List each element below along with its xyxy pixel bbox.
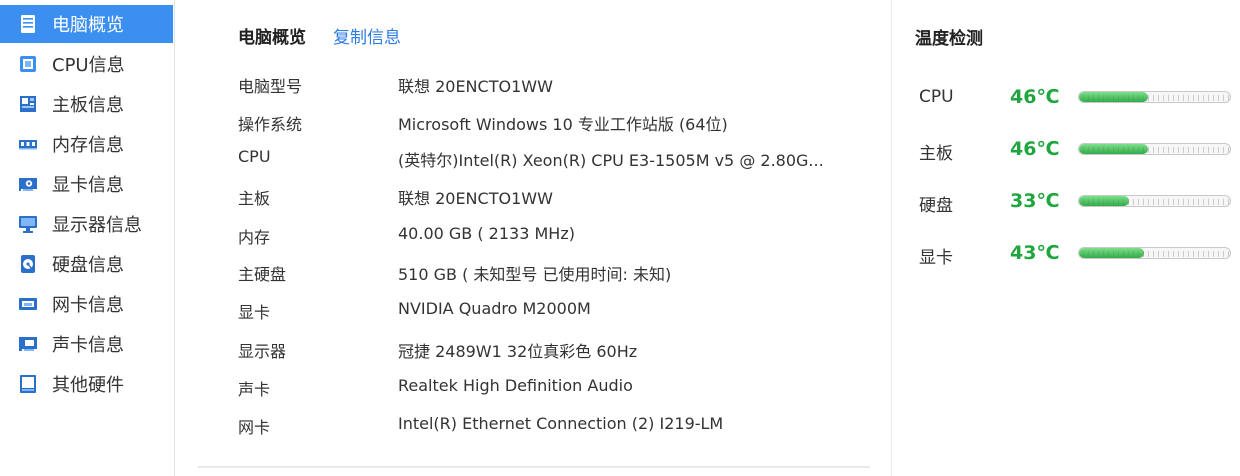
info-value: 40.00 GB ( 2133 MHz) <box>398 224 575 243</box>
temp-value: 46℃ <box>1010 138 1060 160</box>
sidebar: 电脑概览 CPU信息 主板信息 内存信息 显卡信息 显示器信息 硬盘信息 网卡信… <box>0 0 175 476</box>
info-value: 联想 20ENCTO1WW <box>398 189 553 208</box>
sidebar-item-label: 显示器信息 <box>52 215 142 236</box>
info-row-os: 操作系统 Microsoft Windows 10 专业工作站版 (64位) <box>238 111 878 135</box>
temp-bar <box>1078 143 1231 155</box>
sidebar-item-label: CPU信息 <box>52 55 125 76</box>
info-key: 网卡 <box>238 418 271 437</box>
info-row-graphics: 显卡 NVIDIA Quadro M2000M <box>238 299 878 323</box>
cpu-icon <box>18 54 38 74</box>
sidebar-item-label: 网卡信息 <box>52 295 124 316</box>
info-value: Intel(R) Ethernet Connection (2) I219-LM <box>398 414 724 433</box>
sidebar-item-label: 主板信息 <box>52 95 124 116</box>
overview-title: 电脑概览 <box>238 28 306 48</box>
temp-label: 主板 <box>919 144 953 164</box>
copy-info-link[interactable]: 复制信息 <box>333 23 401 48</box>
info-row-motherboard: 主板 联想 20ENCTO1WW <box>238 185 878 209</box>
info-value: Realtek High Definition Audio <box>398 376 633 395</box>
overview-panel: 电脑概览 复制信息 电脑型号 联想 20ENCTO1WW 操作系统 Micros… <box>176 0 890 476</box>
temp-row-motherboard: 主板 46℃ <box>919 135 1239 165</box>
temp-bar <box>1078 247 1231 259</box>
motherboard-icon <box>18 94 38 114</box>
temp-value: 43℃ <box>1010 242 1060 264</box>
info-key: CPU <box>238 147 271 166</box>
info-row-sound: 声卡 Realtek High Definition Audio <box>238 376 878 400</box>
info-key: 内存 <box>238 228 271 247</box>
info-value: 510 GB ( 未知型号 已使用时间: 未知) <box>398 265 672 284</box>
sidebar-item-label: 电脑概览 <box>52 15 124 36</box>
sidebar-item-label: 硬盘信息 <box>52 255 124 276</box>
sidebar-item-motherboard[interactable]: 主板信息 <box>0 85 173 123</box>
sidebar-item-graphics[interactable]: 显卡信息 <box>0 165 173 203</box>
info-key: 主硬盘 <box>238 265 287 284</box>
temp-label: 显卡 <box>919 248 953 268</box>
sidebar-item-cpu[interactable]: CPU信息 <box>0 45 173 83</box>
sidebar-item-label: 声卡信息 <box>52 335 124 356</box>
temp-row-cpu: CPU 46℃ <box>919 83 1239 113</box>
info-key: 主板 <box>238 189 271 208</box>
temp-value: 33℃ <box>1010 190 1060 212</box>
info-row-monitor: 显示器 冠捷 2489W1 32位真彩色 60Hz <box>238 338 878 362</box>
sound-card-icon <box>18 334 38 354</box>
other-hardware-icon <box>18 374 38 394</box>
temp-bar <box>1078 195 1231 207</box>
info-key: 操作系统 <box>238 115 303 134</box>
temp-bar-ticks <box>1079 147 1230 153</box>
sidebar-item-label: 内存信息 <box>52 135 124 156</box>
hardware-info-window: 电脑概览 CPU信息 主板信息 内存信息 显卡信息 显示器信息 硬盘信息 网卡信… <box>0 0 1240 476</box>
info-value: (英特尔)Intel(R) Xeon(R) CPU E3-1505M v5 @ … <box>398 151 824 170</box>
info-row-computer-model: 电脑型号 联想 20ENCTO1WW <box>238 73 878 97</box>
temp-bar-ticks <box>1079 199 1230 205</box>
monitor-icon <box>18 214 38 234</box>
network-card-icon <box>18 294 38 314</box>
sidebar-item-harddisk[interactable]: 硬盘信息 <box>0 245 173 283</box>
info-row-main-disk: 主硬盘 510 GB ( 未知型号 已使用时间: 未知) <box>238 261 878 285</box>
info-key: 声卡 <box>238 380 271 399</box>
info-row-memory: 内存 40.00 GB ( 2133 MHz) <box>238 224 878 248</box>
info-value: 冠捷 2489W1 32位真彩色 60Hz <box>398 342 638 361</box>
info-value: NVIDIA Quadro M2000M <box>398 299 591 318</box>
info-key: 电脑型号 <box>238 77 303 96</box>
temp-value: 46℃ <box>1010 86 1060 108</box>
sidebar-item-network[interactable]: 网卡信息 <box>0 285 173 323</box>
temp-bar-ticks <box>1079 95 1230 101</box>
temp-label: 硬盘 <box>919 196 953 216</box>
temp-bar <box>1078 91 1231 103</box>
sidebar-item-monitor[interactable]: 显示器信息 <box>0 205 173 243</box>
temp-row-graphics: 显卡 43℃ <box>919 239 1239 269</box>
sidebar-item-label: 其他硬件 <box>52 375 124 396</box>
sidebar-item-overview[interactable]: 电脑概览 <box>0 5 173 43</box>
temp-row-harddisk: 硬盘 33℃ <box>919 187 1239 217</box>
computer-overview-icon <box>18 14 38 34</box>
sidebar-item-other-hardware[interactable]: 其他硬件 <box>0 365 173 403</box>
info-key: 显卡 <box>238 303 271 322</box>
graphics-card-icon <box>18 174 38 194</box>
temp-bar-ticks <box>1079 251 1230 257</box>
info-row-cpu: CPU (英特尔)Intel(R) Xeon(R) CPU E3-1505M v… <box>238 147 878 171</box>
sidebar-item-label: 显卡信息 <box>52 175 124 196</box>
temperature-title: 温度检测 <box>915 29 983 49</box>
temperature-panel: 温度检测 CPU 46℃ 主板 46℃ 硬盘 33℃ 显卡 43℃ <box>892 0 1240 476</box>
info-key: 显示器 <box>238 342 287 361</box>
info-row-network: 网卡 Intel(R) Ethernet Connection (2) I219… <box>238 414 878 438</box>
sidebar-item-memory[interactable]: 内存信息 <box>0 125 173 163</box>
memory-icon <box>18 134 38 154</box>
section-divider <box>198 466 870 468</box>
info-value: 联想 20ENCTO1WW <box>398 77 553 96</box>
temp-label: CPU <box>919 87 954 107</box>
sidebar-item-soundcard[interactable]: 声卡信息 <box>0 325 173 363</box>
hard-disk-icon <box>18 254 38 274</box>
info-value: Microsoft Windows 10 专业工作站版 (64位) <box>398 115 728 134</box>
